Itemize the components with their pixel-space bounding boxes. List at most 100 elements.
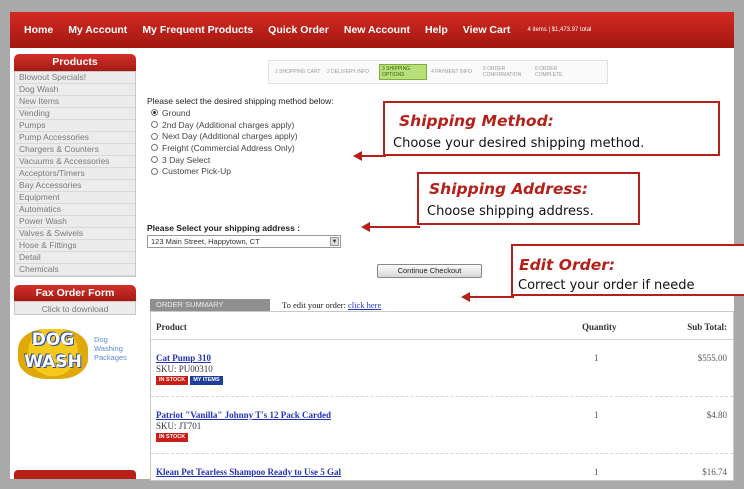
- sidebar-item-vacuums[interactable]: Vacuums & Accessories: [15, 156, 135, 168]
- chevron-down-icon[interactable]: ▼: [330, 237, 339, 246]
- product-link[interactable]: Patriot "Vanilla" Johnny T's 12 Pack Car…: [156, 410, 331, 420]
- dog-wash-logo: DOG WASH: [18, 329, 88, 379]
- in-stock-badge: IN STOCK: [156, 376, 189, 385]
- table-header: Product Quantity Sub Total:: [151, 312, 733, 340]
- product-quantity: 1: [594, 353, 599, 363]
- dog-wash-promo[interactable]: DOG WASH Dog Washing Packages: [14, 325, 136, 383]
- arrow-left-icon: [461, 292, 470, 302]
- sidebar-item-bay-accessories[interactable]: Bay Accessories: [15, 180, 135, 192]
- step-2: 2 DELIVERY INFO: [327, 69, 370, 75]
- nav-home[interactable]: Home: [24, 24, 53, 36]
- radio-icon[interactable]: [151, 121, 158, 129]
- sidebar-item-hose[interactable]: Hose & Fittings: [15, 240, 135, 252]
- nav-help[interactable]: Help: [425, 24, 448, 36]
- header-product: Product: [156, 322, 187, 332]
- product-badges: IN STOCK MY ITEMS: [156, 376, 223, 385]
- sidebar-item-pumps[interactable]: Pumps: [15, 120, 135, 132]
- callout-arrow-line: [470, 296, 514, 298]
- shipping-option-next-day[interactable]: Next Day (Additional charges apply): [151, 130, 298, 142]
- shipping-option-ground[interactable]: Ground: [151, 107, 298, 119]
- sidebar: Products Blowout Specials! Dog Wash New …: [14, 54, 136, 383]
- product-subtotal: $16.74: [702, 467, 727, 477]
- radio-icon[interactable]: [151, 167, 158, 175]
- step-4: 4 PAYMENT INFO: [431, 69, 472, 75]
- sidebar-title: Products: [14, 54, 136, 71]
- product-link[interactable]: Cat Pump 310: [156, 353, 211, 363]
- product-quantity: 1: [594, 410, 599, 420]
- nav-new-account[interactable]: New Account: [344, 24, 410, 36]
- callout-shipping-method: Shipping Method: Choose your desired shi…: [383, 101, 720, 156]
- sidebar-item-blowout[interactable]: Blowout Specials!: [15, 72, 135, 84]
- shipping-option-freight[interactable]: Freight (Commercial Address Only): [151, 142, 298, 154]
- product-subtotal: $4.80: [706, 410, 727, 420]
- cart-summary-text: 4 items | $1,473.97 total: [527, 27, 592, 33]
- radio-icon[interactable]: [151, 144, 158, 152]
- radio-icon[interactable]: [151, 132, 158, 140]
- callout-title: Shipping Method:: [399, 112, 554, 130]
- shipping-address-value: 123 Main Street, Happytown, CT: [151, 237, 260, 246]
- step-1: 1 SHOPPING CART: [275, 69, 321, 75]
- shipping-option-3-day[interactable]: 3 Day Select: [151, 154, 298, 166]
- step-6: 6 ORDER COMPLETE: [535, 66, 563, 78]
- sidebar-item-automatics[interactable]: Automatics: [15, 204, 135, 216]
- nav-view-cart[interactable]: View Cart: [463, 24, 511, 36]
- product-badges: IN STOCK: [156, 433, 189, 442]
- sidebar-item-chemicals[interactable]: Chemicals: [15, 264, 135, 276]
- callout-arrow-line: [362, 155, 386, 157]
- header-subtotal: Sub Total:: [687, 322, 727, 332]
- sidebar-item-chargers[interactable]: Chargers & Counters: [15, 144, 135, 156]
- product-subtotal: $555.00: [697, 353, 727, 363]
- radio-selected-icon[interactable]: [151, 109, 158, 117]
- continue-checkout-button[interactable]: Continue Checkout: [377, 264, 482, 278]
- top-nav: Home My Account My Frequent Products Qui…: [10, 12, 734, 48]
- sidebar-item-detail[interactable]: Detail: [15, 252, 135, 264]
- arrow-left-icon: [353, 151, 362, 161]
- fax-order-link[interactable]: Click to download: [14, 301, 136, 315]
- step-3-active: 3 SHIPPING OPTIONS: [379, 64, 427, 80]
- radio-icon[interactable]: [151, 156, 158, 164]
- nav-my-account[interactable]: My Account: [68, 24, 127, 36]
- sidebar-item-dog-wash[interactable]: Dog Wash: [15, 84, 135, 96]
- checkout-steps: 1 SHOPPING CART 2 DELIVERY INFO 3 SHIPPI…: [268, 60, 608, 84]
- product-link[interactable]: Klean Pet Tearless Shampoo Ready to Use …: [156, 467, 341, 477]
- sidebar-item-acceptors[interactable]: Acceptors/Timers: [15, 168, 135, 180]
- sidebar-item-pump-accessories[interactable]: Pump Accessories: [15, 132, 135, 144]
- shipping-method-heading: Please select the desired shipping metho…: [147, 96, 334, 106]
- dog-wash-tagline: Dog Washing Packages: [94, 335, 127, 362]
- callout-text: Choose your desired shipping method.: [393, 136, 645, 151]
- nav-quick-order[interactable]: Quick Order: [268, 24, 329, 36]
- header-quantity: Quantity: [582, 322, 617, 332]
- sidebar-item-valves[interactable]: Valves & Swivels: [15, 228, 135, 240]
- callout-text: Correct your order if neede: [518, 278, 695, 293]
- sidebar-item-equipment[interactable]: Equipment: [15, 192, 135, 204]
- product-quantity: 1: [594, 467, 599, 477]
- shipping-option-2nd-day[interactable]: 2nd Day (Additional charges apply): [151, 119, 298, 131]
- sidebar-item-new-items[interactable]: New Items: [15, 96, 135, 108]
- arrow-left-icon: [361, 222, 370, 232]
- callout-text: Choose shipping address.: [427, 204, 594, 219]
- table-row: Cat Pump 310 SKU: PU00310 IN STOCK MY IT…: [151, 340, 733, 397]
- order-summary-tab: ORDER SUMMARY: [150, 299, 270, 311]
- callout-title: Shipping Address:: [429, 180, 589, 198]
- product-sku: SKU: PU00310: [156, 364, 213, 374]
- fax-order-title: Fax Order Form: [14, 285, 136, 301]
- step-5: 5 ORDER CONFIRMATION: [483, 66, 522, 78]
- callout-shipping-address: Shipping Address: Choose shipping addres…: [417, 172, 640, 225]
- sidebar-category-list: Blowout Specials! Dog Wash New Items Ven…: [14, 71, 136, 277]
- callout-edit-order: Edit Order: Correct your order if neede: [511, 244, 744, 296]
- shipping-address-select[interactable]: 123 Main Street, Happytown, CT ▼: [147, 235, 341, 248]
- edit-order-link[interactable]: click here: [348, 300, 381, 310]
- sidebar-next-box: [14, 470, 136, 479]
- table-row: Patriot "Vanilla" Johnny T's 12 Pack Car…: [151, 397, 733, 454]
- sidebar-item-vending[interactable]: Vending: [15, 108, 135, 120]
- sidebar-item-power-wash[interactable]: Power Wash: [15, 216, 135, 228]
- nav-frequent-products[interactable]: My Frequent Products: [142, 24, 253, 36]
- shipping-option-pickup[interactable]: Customer Pick-Up: [151, 165, 298, 177]
- product-sku: SKU: JT701: [156, 421, 202, 431]
- my-items-badge: MY ITEMS: [190, 376, 223, 385]
- edit-order-text: To edit your order: click here: [282, 300, 382, 310]
- table-row: Klean Pet Tearless Shampoo Ready to Use …: [151, 454, 733, 477]
- callout-arrow-line: [370, 226, 420, 228]
- fax-order-box[interactable]: Fax Order Form Click to download: [14, 285, 136, 315]
- order-summary-table: Product Quantity Sub Total: Cat Pump 310…: [150, 311, 734, 481]
